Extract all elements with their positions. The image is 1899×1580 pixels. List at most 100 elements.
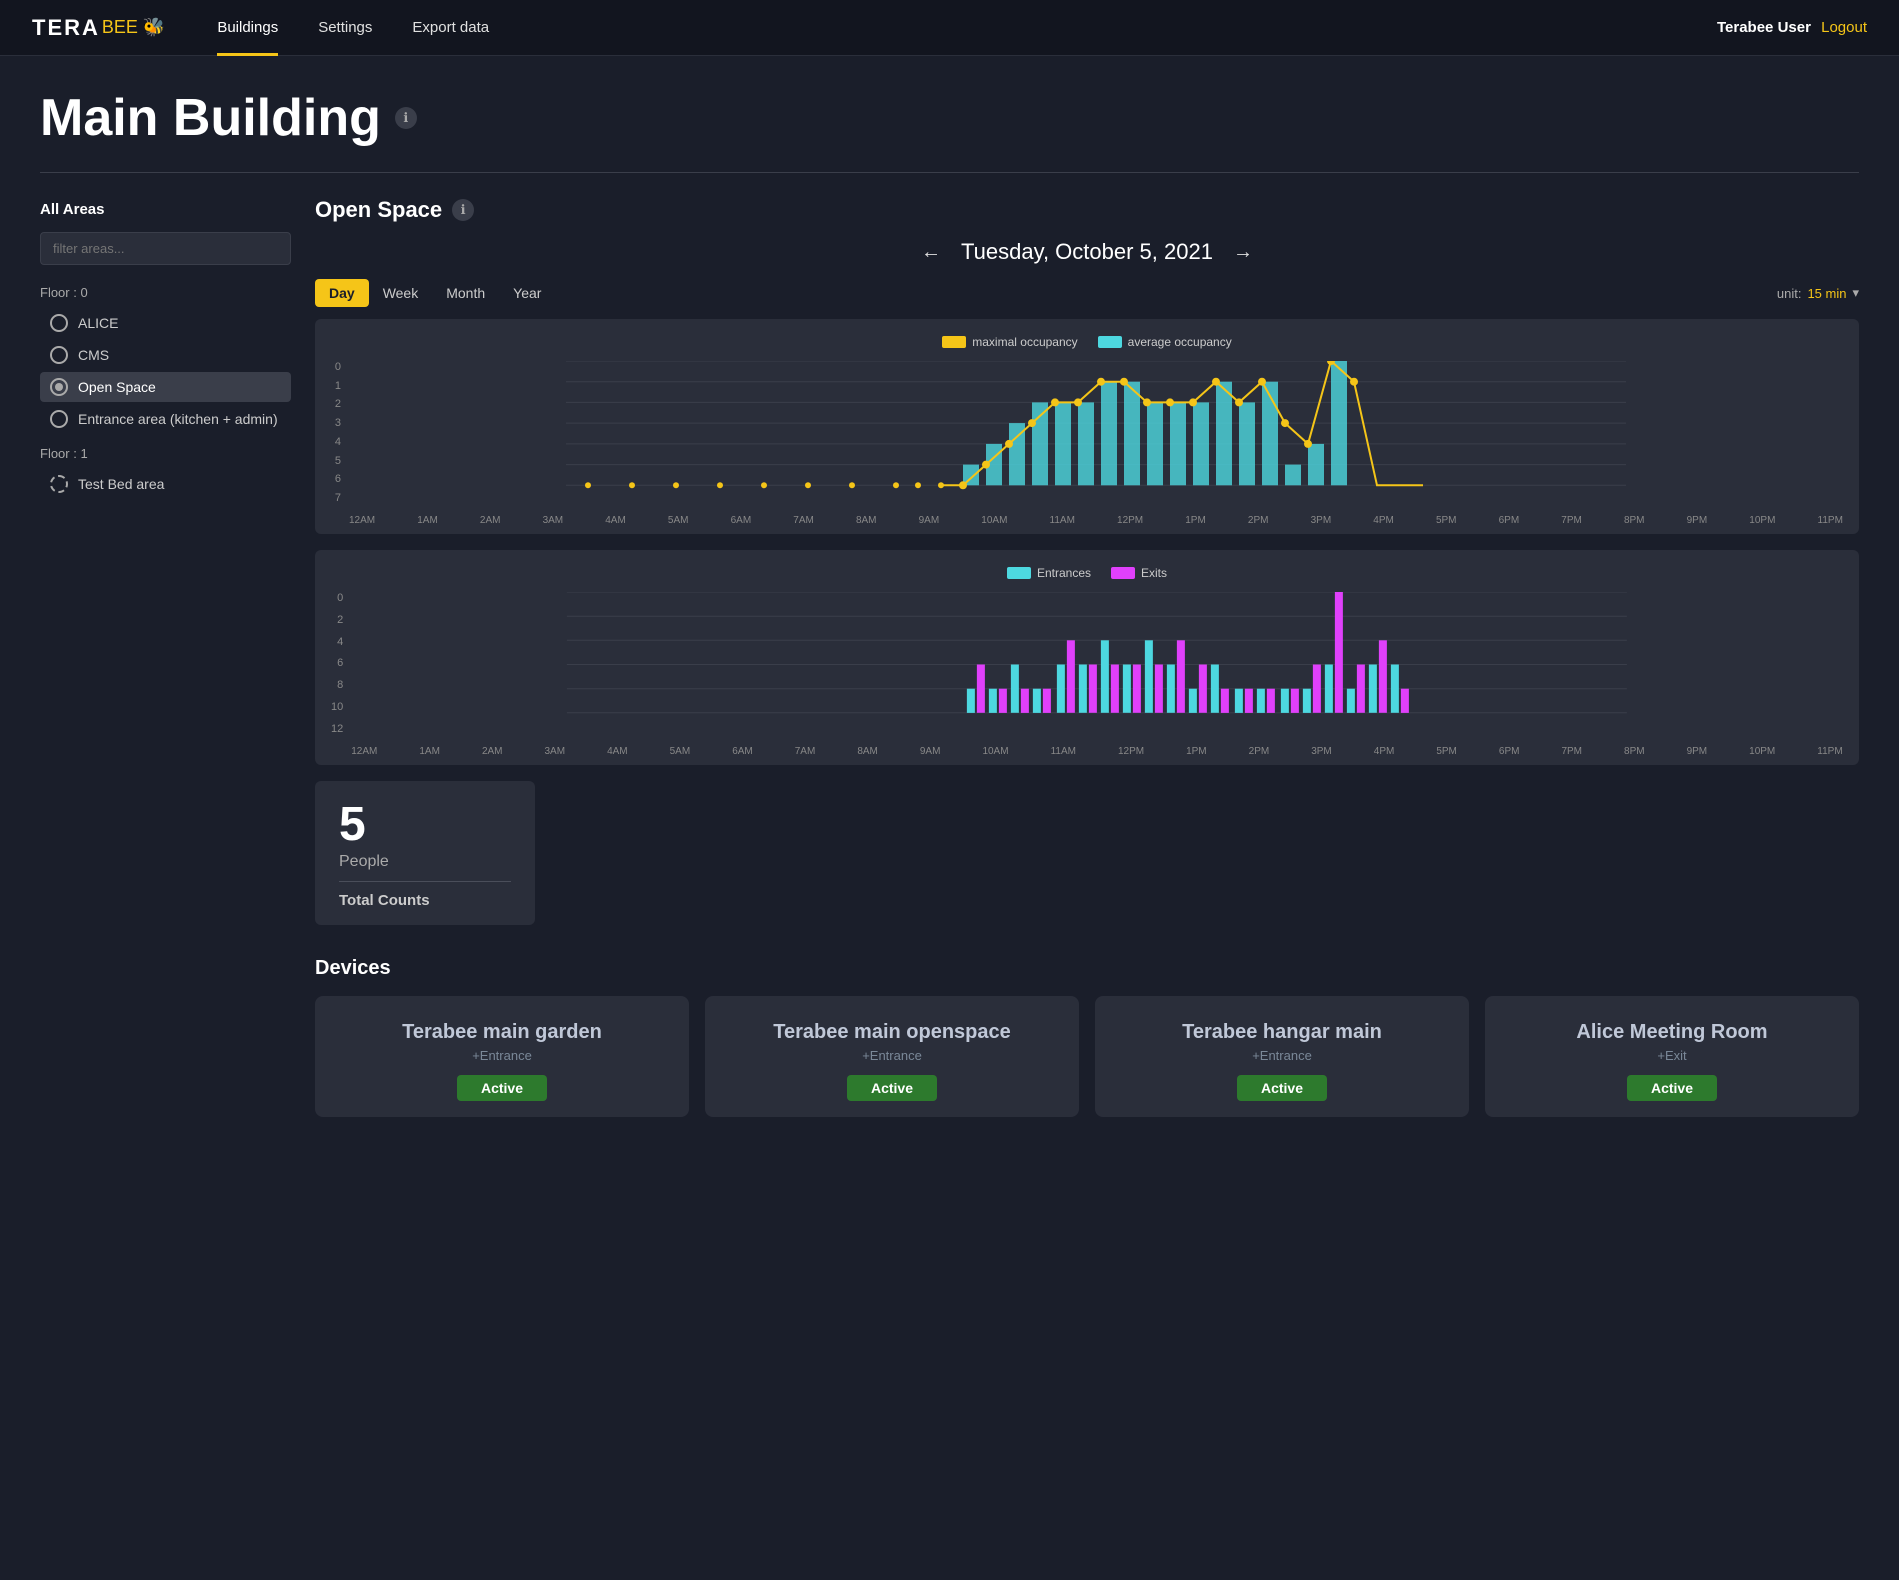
device-status-3[interactable]: Active [1627,1075,1717,1101]
sidebar: All Areas Floor : 0 ALICE CMS Open Space… [40,197,315,1117]
area-testbed-label: Test Bed area [78,476,164,492]
device-card-3: Alice Meeting Room +Exit Active [1485,996,1859,1117]
entrances-x-labels: 12AM 1AM 2AM 3AM 4AM 5AM 6AM 7AM 8AM 9AM… [351,746,1843,757]
floor1-label: Floor : 1 [40,446,291,461]
page-info-icon[interactable]: ℹ [395,107,417,129]
unit-chevron-icon: ▾ [1852,285,1859,301]
device-status-0[interactable]: Active [457,1075,547,1101]
unit-value: 15 min [1807,286,1846,301]
entrances-chart-container: Entrances Exits 12 10 8 6 4 2 [315,550,1859,765]
occupancy-chart-inner: 12AM 1AM 2AM 3AM 4AM 5AM 6AM 7AM 8AM 9AM… [349,361,1843,526]
device-name-0: Terabee main garden [386,996,618,1048]
radio-testbed [50,475,68,493]
main-area: Open Space ℹ ← Tuesday, October 5, 2021 … [315,197,1859,1117]
entrances-y-labels: 12 10 8 6 4 2 0 [331,592,351,757]
device-card-0: Terabee main garden +Entrance Active [315,996,689,1117]
area-cms-label: CMS [78,347,109,363]
section-info-icon[interactable]: ℹ [452,199,474,221]
navbar: TERABEE 🐝 Buildings Settings Export data… [0,0,1899,56]
sidebar-item-alice[interactable]: ALICE [40,308,291,338]
device-card-1: Terabee main openspace +Entrance Active [705,996,1079,1117]
date-label: Tuesday, October 5, 2021 [961,239,1213,265]
sidebar-item-openspace[interactable]: Open Space [40,372,291,402]
legend-entrance-label: Entrances [1037,566,1091,580]
logout-link[interactable]: Logout [1821,19,1867,36]
floor0-label: Floor : 0 [40,285,291,300]
legend-avg-dot [1098,336,1122,348]
entrances-legend: Entrances Exits [331,566,1843,580]
device-status-1[interactable]: Active [847,1075,937,1101]
legend-exits: Exits [1111,566,1167,580]
nav-buildings[interactable]: Buildings [197,0,298,56]
logo: TERABEE 🐝 [32,15,165,41]
sidebar-item-testbed[interactable]: Test Bed area [40,469,291,499]
stats-card: 5 People Total Counts [315,781,535,925]
sidebar-title: All Areas [40,201,291,218]
unit-label: unit: [1777,286,1802,301]
legend-avg-label: average occupancy [1128,335,1232,349]
title-divider [40,172,1859,173]
device-name-2: Terabee hangar main [1166,996,1398,1048]
occupancy-chart-container: maximal occupancy average occupancy 7 6 … [315,319,1859,534]
device-type-1: +Entrance [862,1048,922,1063]
section-title: Open Space [315,197,442,223]
occupancy-legend: maximal occupancy average occupancy [331,335,1843,349]
tab-year[interactable]: Year [499,279,555,307]
occupancy-chart-wrapper: 7 6 5 4 3 2 1 0 [331,361,1843,526]
device-type-0: +Entrance [472,1048,532,1063]
legend-max-label: maximal occupancy [972,335,1077,349]
tab-month[interactable]: Month [432,279,499,307]
legend-max-dot [942,336,966,348]
devices-grid: Terabee main garden +Entrance Active Ter… [315,996,1859,1117]
date-next-arrow[interactable]: → [1233,241,1253,264]
section-header: Open Space ℹ [315,197,1859,223]
device-name-3: Alice Meeting Room [1560,996,1783,1048]
date-nav: ← Tuesday, October 5, 2021 → [315,239,1859,265]
radio-cms [50,346,68,364]
nav-links: Buildings Settings Export data [197,0,1717,56]
page-title-row: Main Building ℹ [40,88,1859,148]
device-type-3: +Exit [1657,1048,1686,1063]
radio-entrance [50,410,68,428]
devices-title: Devices [315,957,1859,980]
date-prev-arrow[interactable]: ← [921,241,941,264]
device-type-2: +Entrance [1252,1048,1312,1063]
page-title: Main Building [40,88,381,148]
stats-label: Total Counts [339,892,511,909]
area-entrance-label: Entrance area (kitchen + admin) [78,411,278,427]
nav-export[interactable]: Export data [392,0,509,56]
area-openspace-label: Open Space [78,379,156,395]
logo-accent: BEE 🐝 [102,17,165,38]
occupancy-y-labels: 7 6 5 4 3 2 1 0 [331,361,349,526]
stats-people: People [339,853,511,871]
legend-entrance-dot [1007,567,1031,579]
device-card-2: Terabee hangar main +Entrance Active [1095,996,1469,1117]
tabs-row: Day Week Month Year unit: 15 min ▾ [315,279,1859,307]
legend-exit-label: Exits [1141,566,1167,580]
device-name-1: Terabee main openspace [757,996,1027,1048]
entrances-chart-wrapper: 12 10 8 6 4 2 0 [331,592,1843,757]
sidebar-item-cms[interactable]: CMS [40,340,291,370]
legend-entrances: Entrances [1007,566,1091,580]
nav-settings[interactable]: Settings [298,0,392,56]
area-alice-label: ALICE [78,315,118,331]
tab-week[interactable]: Week [369,279,433,307]
radio-openspace [50,378,68,396]
occupancy-svg [349,361,1843,506]
area-filter-input[interactable] [40,232,291,265]
legend-exit-dot [1111,567,1135,579]
main-layout: All Areas Floor : 0 ALICE CMS Open Space… [40,197,1859,1117]
legend-avg-occupancy: average occupancy [1098,335,1232,349]
sidebar-item-entrance[interactable]: Entrance area (kitchen + admin) [40,404,291,434]
stats-divider [339,881,511,882]
device-status-2[interactable]: Active [1237,1075,1327,1101]
logo-text: TERA [32,15,100,41]
entrances-svg [351,592,1843,737]
username: Terabee User [1717,19,1811,36]
tab-day[interactable]: Day [315,279,369,307]
nav-user: Terabee User Logout [1717,19,1867,36]
devices-section: Devices Terabee main garden +Entrance Ac… [315,957,1859,1117]
unit-selector[interactable]: unit: 15 min ▾ [1777,285,1859,301]
occupancy-x-labels: 12AM 1AM 2AM 3AM 4AM 5AM 6AM 7AM 8AM 9AM… [349,515,1843,526]
stats-number: 5 [339,801,511,849]
